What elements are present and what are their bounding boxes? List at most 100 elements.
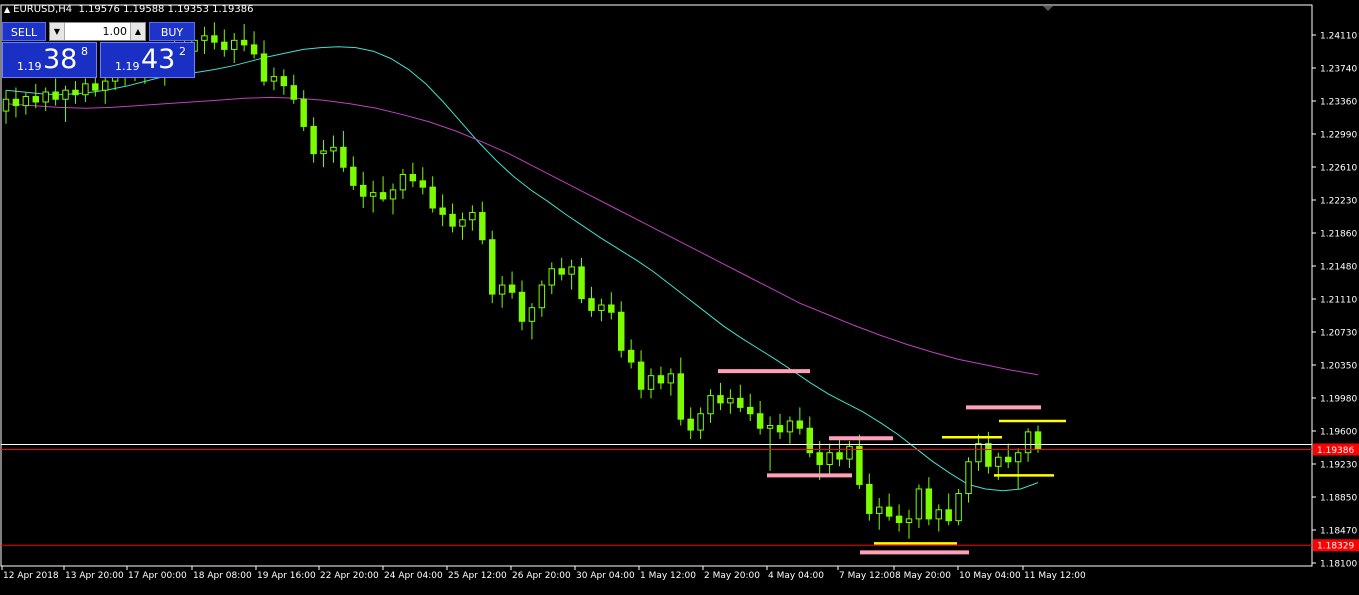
- candle-body: [945, 509, 952, 522]
- candle-body: [439, 207, 446, 215]
- candle-body: [776, 425, 784, 433]
- candle-body: [419, 180, 426, 188]
- price-tick-label: 1.22990: [1320, 131, 1357, 141]
- candle-body: [796, 420, 804, 429]
- candle-body: [856, 445, 863, 485]
- candle-body: [985, 443, 992, 467]
- price-tick-label: 1.18850: [1320, 494, 1357, 504]
- sell-button[interactable]: SELL: [2, 22, 46, 41]
- buy-price-prefix: 1.19: [115, 60, 140, 73]
- buy-price-box[interactable]: 1.19 43 2: [100, 42, 195, 78]
- candle-body: [350, 166, 357, 186]
- candle-body: [588, 298, 595, 311]
- candle-body: [905, 518, 913, 523]
- current-price-tag: 1.19386: [1317, 446, 1354, 456]
- candle-body: [687, 418, 694, 431]
- candle-body: [32, 96, 39, 103]
- price-tick-label: 1.18100: [1320, 560, 1357, 570]
- chevron-down-icon[interactable]: ▼: [50, 23, 65, 40]
- candle-body: [42, 91, 49, 103]
- time-tick-label: 12 Apr 2018: [3, 571, 59, 581]
- candle-body: [538, 284, 546, 309]
- candle-body: [598, 304, 605, 311]
- candle-body: [240, 39, 248, 46]
- candle-body: [489, 239, 496, 295]
- price-tick-label: 1.21860: [1320, 230, 1357, 240]
- candle-body: [955, 492, 962, 522]
- lot-size-stepper[interactable]: ▼ 1.00 ▲: [49, 22, 146, 41]
- candle-body: [320, 150, 327, 155]
- candle-body: [231, 39, 238, 50]
- candle-body: [747, 406, 754, 415]
- time-tick-label: 24 Apr 04:00: [384, 571, 443, 581]
- time-tick-label: 17 Apr 00:00: [128, 571, 187, 581]
- candle-body: [1014, 452, 1022, 463]
- candle-body: [379, 192, 387, 200]
- sell-price-pips: 38: [43, 44, 78, 75]
- chart-canvas[interactable]: 1.24110 1.23740 1.23360 1.22990 1.22610 1.222…: [0, 0, 1359, 591]
- buy-price-pips: 43: [141, 44, 176, 75]
- time-tick-label: 10 May 04:00: [959, 571, 1021, 581]
- price-tick-label: 1.18470: [1320, 527, 1357, 537]
- collapse-triangle-icon[interactable]: ▲: [4, 5, 10, 14]
- candle-body: [340, 146, 347, 168]
- candle-body: [2, 98, 10, 112]
- candle-body: [578, 266, 585, 300]
- candle-body: [608, 304, 615, 313]
- time-tick-label: 1 May 12:00: [640, 571, 696, 581]
- candle-body: [221, 41, 228, 50]
- candle-body: [717, 395, 724, 404]
- candle-body: [449, 213, 456, 227]
- candle-body: [201, 35, 208, 41]
- symbol-timeframe: EURUSD,H4: [13, 4, 73, 15]
- chart-header: ▲ EURUSD,H4 1.19576 1.19588 1.19353 1.193…: [4, 4, 253, 15]
- candle-body: [389, 189, 397, 200]
- candle-body: [498, 284, 506, 295]
- candle-body: [82, 83, 89, 96]
- candle-body: [1005, 456, 1012, 463]
- price-tick-label: 1.23740: [1320, 65, 1357, 75]
- candle-body: [12, 98, 20, 107]
- chart-window[interactable]: 1.24110 1.23740 1.23360 1.22990 1.22610 1.222…: [0, 0, 1359, 591]
- candle-body: [270, 76, 278, 82]
- candle-body: [528, 307, 536, 322]
- candle-body: [667, 373, 675, 384]
- candle-body: [895, 515, 903, 523]
- lot-size-value[interactable]: 1.00: [103, 23, 128, 40]
- buy-price-fraction: 2: [179, 45, 186, 58]
- ohlc-values: 1.19576 1.19588 1.19353 1.19386: [78, 4, 254, 15]
- time-tick-label: 13 Apr 20:00: [65, 571, 124, 581]
- time-tick-label: 22 Apr 20:00: [320, 571, 379, 581]
- price-tick-label: 1.22230: [1320, 197, 1357, 207]
- chevron-up-icon[interactable]: ▲: [130, 23, 145, 40]
- time-tick-label: 2 May 20:00: [704, 571, 760, 581]
- candle-body: [618, 311, 625, 351]
- time-tick-label: 18 Apr 08:00: [193, 571, 252, 581]
- buy-button[interactable]: BUY: [149, 22, 195, 41]
- candle-body: [836, 452, 843, 460]
- sell-price-box[interactable]: 1.19 38 8: [2, 42, 97, 78]
- candle-body: [62, 89, 69, 100]
- price-tick-label: 1.19980: [1320, 395, 1357, 405]
- candle-body: [737, 397, 744, 408]
- candle-body: [548, 268, 555, 286]
- candle-body: [707, 395, 714, 415]
- price-tick-label: 1.24110: [1320, 32, 1357, 42]
- candle-body: [479, 212, 486, 241]
- candle-body: [697, 413, 704, 431]
- candle-body: [935, 509, 942, 520]
- price-tick-label: 1.21480: [1320, 263, 1357, 273]
- candle-body: [459, 219, 466, 227]
- time-tick-label: 19 Apr 16:00: [257, 571, 316, 581]
- candle-body: [469, 212, 476, 221]
- candle-body: [1034, 431, 1042, 450]
- one-click-trading-panel: SELL ▼ 1.00 ▲ BUY 1.19 38 8 1.19 43 2: [2, 22, 195, 78]
- candle-body: [399, 173, 407, 191]
- candle-body: [508, 284, 516, 293]
- candle-body: [568, 266, 575, 275]
- candle-body: [102, 80, 109, 91]
- candle-body: [280, 76, 288, 87]
- candle-body: [637, 361, 645, 390]
- candle-body: [657, 375, 665, 384]
- sell-price-fraction: 8: [81, 45, 88, 58]
